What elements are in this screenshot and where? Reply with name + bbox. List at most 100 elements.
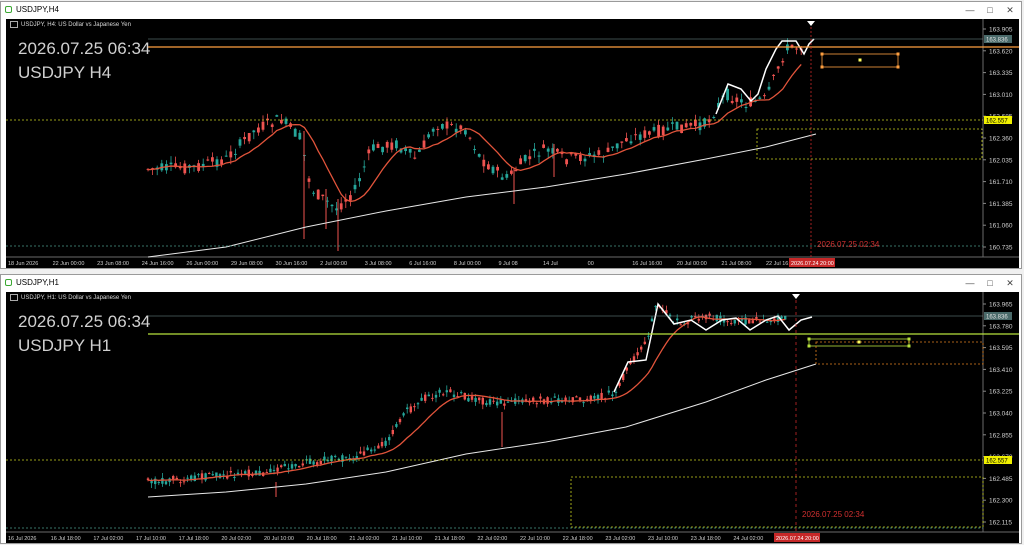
- candle-body: [316, 462, 319, 465]
- candle-body: [307, 178, 311, 182]
- price-label: 163.620: [989, 48, 1013, 55]
- candle-body: [370, 449, 373, 452]
- time-label: 29 Jun 08:00: [231, 261, 263, 267]
- candle-body: [615, 143, 619, 149]
- price-label: 162.035: [989, 157, 1013, 164]
- candle-body: [650, 318, 654, 322]
- time-label: 9 Jul 08: [498, 261, 517, 267]
- chart-window-icon: [5, 6, 12, 13]
- candle-body: [614, 391, 618, 393]
- candle-body: [298, 465, 301, 468]
- candle-body: [298, 132, 302, 140]
- candle-body: [477, 154, 481, 157]
- candle-body: [485, 402, 488, 406]
- price-chart: 163.905163.620163.335163.010162.685162.3…: [6, 19, 1019, 267]
- candle-body: [211, 157, 214, 162]
- candle-body: [535, 403, 538, 405]
- candle-body: [201, 163, 205, 167]
- candle-body: [418, 149, 421, 152]
- candle-body: [505, 174, 509, 178]
- price-label: 163.905: [989, 27, 1013, 34]
- chart-window-h1[interactable]: USDJPY,H1 — □ ✕ 163.965 163.780 163.595 163…: [0, 274, 1022, 544]
- time-label: 16 Jul 2026: [8, 536, 36, 542]
- candle-body: [565, 159, 568, 165]
- candle-body: [422, 140, 426, 148]
- candle-body: [276, 467, 279, 472]
- overlay-label: 2026.07.25 06:34 USDJPY H4: [18, 37, 150, 85]
- candle-body: [575, 396, 578, 398]
- maximize-icon[interactable]: □: [983, 277, 997, 289]
- rectangle-handle: [820, 52, 824, 56]
- shift-marker-icon: [792, 294, 800, 299]
- candle-body: [582, 402, 585, 404]
- candle-body: [671, 122, 674, 124]
- current-time-label: 2026.07.24 20:00: [791, 261, 834, 267]
- candle-body: [606, 147, 610, 152]
- candle-body: [751, 320, 754, 324]
- candle-body: [684, 123, 688, 128]
- candle-body: [234, 153, 237, 155]
- candle-body: [473, 149, 476, 151]
- candle-body: [441, 124, 444, 129]
- close-icon[interactable]: ✕: [1003, 277, 1017, 289]
- candle-body: [204, 473, 207, 481]
- candle-body: [537, 155, 541, 157]
- candle-body: [676, 318, 679, 321]
- window-titlebar[interactable]: USDJPY,H4 — □ ✕: [1, 2, 1021, 18]
- chart-area[interactable]: 163.965 163.780 163.595 163.410 163.225 163.0…: [6, 292, 1019, 543]
- candle-body: [680, 124, 683, 134]
- close-icon[interactable]: ✕: [1003, 4, 1017, 16]
- symbol-description: USDJPY, H1: US Dollar vs Japanese Yen: [10, 294, 131, 301]
- price-label: 162.115: [989, 520, 1012, 527]
- candle-body: [632, 356, 636, 361]
- candle-body: [243, 136, 246, 140]
- current-time-label: 2026.07.24 20:00: [776, 536, 819, 542]
- window-titlebar[interactable]: USDJPY,H1 — □ ✕: [1, 275, 1021, 291]
- candle-body: [376, 144, 380, 148]
- time-label: 14 Jul: [543, 261, 558, 267]
- rectangle-handle: [807, 337, 811, 341]
- time-label: 21 Jul 10:00: [392, 536, 422, 542]
- rectangle-handle: [820, 65, 824, 69]
- time-label: 26 Jun 00:00: [186, 261, 218, 267]
- minimize-icon[interactable]: —: [963, 277, 977, 289]
- candle-body: [597, 150, 601, 155]
- candle-body: [643, 341, 646, 345]
- candle-body: [395, 140, 398, 149]
- candle-body: [380, 441, 384, 447]
- candle-body: [182, 481, 186, 483]
- candle-body: [600, 392, 603, 399]
- candle-body: [781, 61, 785, 63]
- price-label: 163.010: [989, 92, 1013, 99]
- candle-body: [629, 141, 633, 144]
- chart-window-h4[interactable]: USDJPY,H4 — □ ✕ 163.905 163.620 163.335 163…: [0, 1, 1022, 269]
- candle-body: [583, 158, 587, 162]
- candle-body: [436, 128, 440, 130]
- maximize-icon[interactable]: □: [983, 4, 997, 16]
- time-label: 20 Jul 10:00: [264, 536, 294, 542]
- candle-body: [546, 397, 549, 404]
- candle-body: [349, 195, 352, 201]
- rectangle-handle: [858, 58, 862, 62]
- candle-body: [183, 163, 187, 174]
- candle-body: [744, 106, 748, 109]
- candle-body: [301, 463, 304, 466]
- vertical-line-label: 2026.07.25 02:34: [817, 240, 880, 249]
- line-price-label: 162.557: [986, 119, 1008, 125]
- rectangle-handle: [907, 337, 911, 341]
- candle-body: [487, 164, 490, 170]
- candle-body: [488, 399, 492, 405]
- time-label: 22 Jul 18:00: [563, 536, 593, 542]
- candle-body: [161, 477, 164, 484]
- candle-body: [449, 389, 452, 393]
- price-label: 162.485: [989, 476, 1013, 483]
- candle-body: [519, 158, 522, 165]
- candle-body: [569, 153, 573, 155]
- candle-body: [496, 166, 499, 171]
- chart-area[interactable]: 163.905163.620163.335163.010162.685162.3…: [6, 19, 1019, 268]
- candle-body: [740, 99, 743, 103]
- candle-body: [492, 400, 495, 402]
- candle-body: [648, 131, 651, 135]
- minimize-icon[interactable]: —: [963, 4, 977, 16]
- candle-body: [478, 397, 481, 401]
